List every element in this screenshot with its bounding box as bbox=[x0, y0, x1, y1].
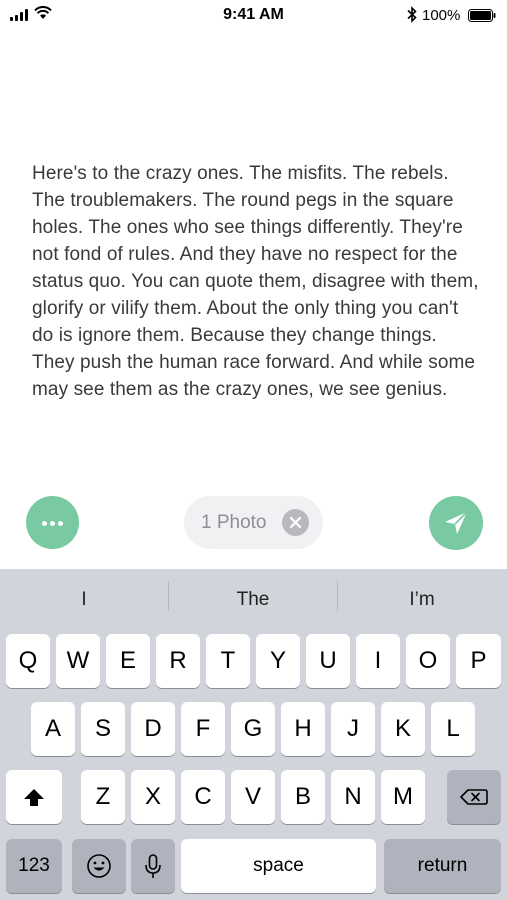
send-button[interactable] bbox=[429, 496, 483, 550]
key-i[interactable]: I bbox=[356, 634, 400, 688]
remove-photo-button[interactable] bbox=[282, 509, 309, 536]
key-n[interactable]: N bbox=[331, 770, 375, 824]
suggestion-3[interactable]: I’m bbox=[338, 589, 506, 611]
shift-icon bbox=[24, 789, 44, 806]
key-j[interactable]: J bbox=[331, 702, 375, 756]
emoji-key[interactable] bbox=[72, 839, 126, 893]
status-bar: 9:41 AM 100% bbox=[0, 0, 507, 30]
key-p[interactable]: P bbox=[456, 634, 501, 688]
bluetooth-icon bbox=[407, 6, 417, 23]
key-w[interactable]: W bbox=[56, 634, 100, 688]
key-q[interactable]: Q bbox=[6, 634, 50, 688]
key-e[interactable]: E bbox=[106, 634, 150, 688]
photo-chip-label: 1 Photo bbox=[201, 512, 267, 533]
key-h[interactable]: H bbox=[281, 702, 325, 756]
numbers-key[interactable]: 123 bbox=[6, 839, 62, 893]
shift-key[interactable] bbox=[6, 770, 62, 824]
message-text[interactable]: Here's to the crazy ones. The misfits. T… bbox=[32, 160, 482, 403]
ellipsis-icon-dot bbox=[50, 521, 55, 526]
suggestion-2[interactable]: The bbox=[169, 589, 337, 611]
key-g[interactable]: G bbox=[231, 702, 275, 756]
key-u[interactable]: U bbox=[306, 634, 350, 688]
key-c[interactable]: C bbox=[181, 770, 225, 824]
ellipsis-icon-dot bbox=[58, 521, 63, 526]
paper-plane-icon bbox=[445, 511, 468, 534]
close-icon bbox=[289, 516, 302, 529]
key-m[interactable]: M bbox=[381, 770, 425, 824]
key-b[interactable]: B bbox=[281, 770, 325, 824]
key-z[interactable]: Z bbox=[81, 770, 125, 824]
key-y[interactable]: Y bbox=[256, 634, 300, 688]
key-r[interactable]: R bbox=[156, 634, 200, 688]
key-t[interactable]: T bbox=[206, 634, 250, 688]
space-key[interactable]: space bbox=[181, 839, 376, 893]
key-a[interactable]: A bbox=[31, 702, 75, 756]
battery-icon bbox=[468, 9, 496, 22]
key-x[interactable]: X bbox=[131, 770, 175, 824]
key-v[interactable]: V bbox=[231, 770, 275, 824]
key-d[interactable]: D bbox=[131, 702, 175, 756]
key-f[interactable]: F bbox=[181, 702, 225, 756]
battery-percent: 100% bbox=[422, 7, 461, 24]
dictation-key[interactable] bbox=[131, 839, 175, 893]
keyboard: I The I’m Q W E R T Y U I O P A S D F G … bbox=[0, 569, 507, 900]
backspace-icon bbox=[460, 789, 488, 805]
suggestion-1[interactable]: I bbox=[0, 589, 168, 611]
more-options-button[interactable] bbox=[26, 496, 79, 549]
key-k[interactable]: K bbox=[381, 702, 425, 756]
key-l[interactable]: L bbox=[431, 702, 475, 756]
ellipsis-icon bbox=[42, 521, 47, 526]
return-key[interactable]: return bbox=[384, 839, 501, 893]
key-o[interactable]: O bbox=[406, 634, 450, 688]
delete-key[interactable] bbox=[447, 770, 501, 824]
emoji-icon bbox=[87, 854, 111, 878]
microphone-icon bbox=[145, 854, 161, 878]
key-s[interactable]: S bbox=[81, 702, 125, 756]
